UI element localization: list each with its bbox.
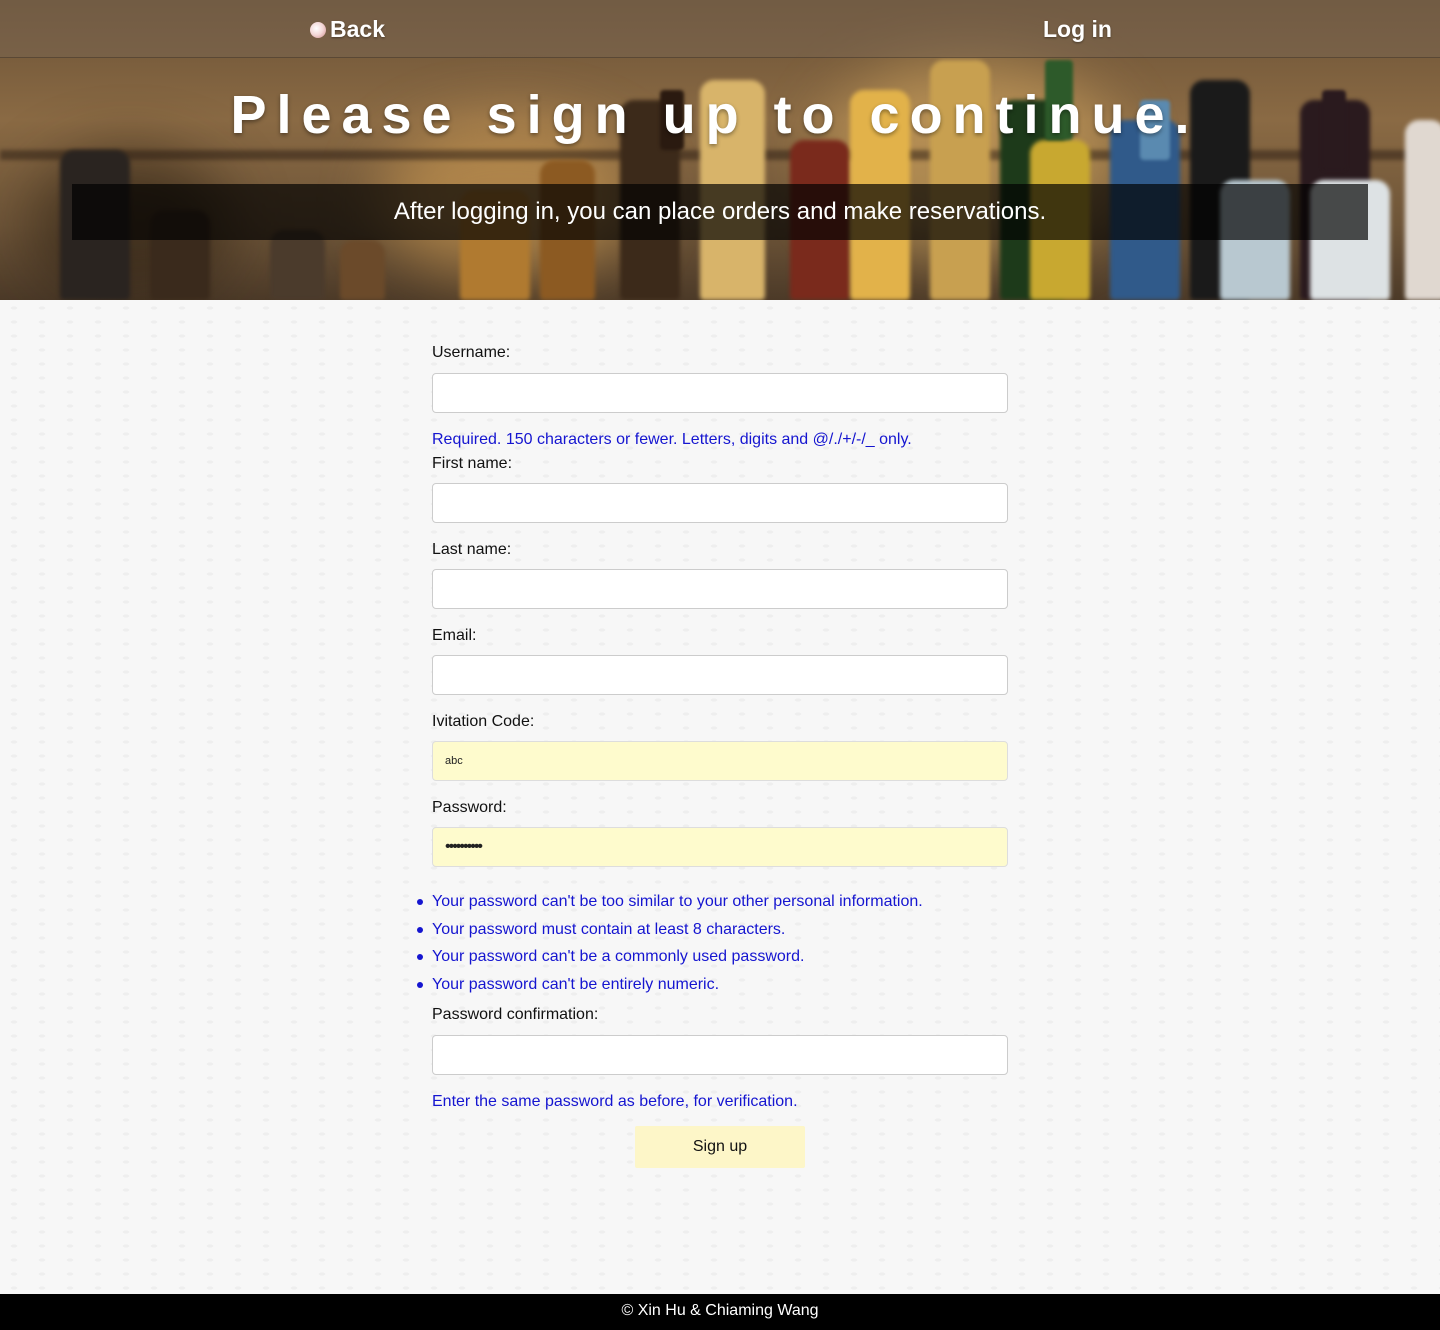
- copyright-text: © Xin Hu & Chiaming Wang: [621, 1302, 819, 1319]
- back-icon: [310, 21, 326, 38]
- page-title: Please sign up to continue.: [230, 85, 1200, 145]
- password-rule-text: Your password can't be a commonly used p…: [432, 948, 805, 965]
- invitation-code-input[interactable]: [432, 741, 1008, 781]
- password-rule-text: Your password can't be entirely numeric.: [432, 975, 720, 993]
- username-input[interactable]: [432, 373, 1008, 413]
- last-name-label: Last name:: [432, 541, 512, 558]
- invitation-code-label: Ivitation Code:: [432, 713, 535, 730]
- first-name-label: First name:: [432, 455, 513, 472]
- sign-up-button[interactable]: Sign up: [635, 1126, 805, 1168]
- login-link[interactable]: Log in: [1043, 16, 1112, 43]
- top-nav-bar: Back Log in: [0, 0, 1440, 58]
- password-confirmation-help-text: Enter the same password as before, for v…: [432, 1093, 798, 1110]
- password-rule: Your password can't be entirely numeric.: [417, 974, 1032, 1002]
- bullet-icon: [417, 954, 423, 960]
- password-rule-text: Your password can't be too similar to yo…: [432, 893, 923, 910]
- password-input[interactable]: [432, 827, 1008, 867]
- password-rule: Your password must contain at least 8 ch…: [417, 919, 1032, 947]
- back-link[interactable]: Back: [310, 16, 385, 43]
- first-name-input[interactable]: [432, 483, 1008, 523]
- email-label: Email:: [432, 627, 477, 644]
- password-label: Password:: [432, 799, 507, 816]
- username-label: Username:: [432, 344, 511, 361]
- hero-subtitle: After logging in, you can place orders a…: [72, 184, 1368, 240]
- footer: © Xin Hu & Chiaming Wang: [0, 1294, 1440, 1330]
- password-rule: Your password can't be too similar to yo…: [417, 891, 1032, 919]
- bullet-icon: [417, 899, 423, 905]
- password-confirmation-label: Password confirmation:: [432, 1006, 599, 1023]
- password-rules-list: Your password can't be too similar to yo…: [417, 891, 1032, 1002]
- hero-banner: Back Log in Please sign up to continue. …: [0, 0, 1440, 300]
- password-rule: Your password can't be a commonly used p…: [417, 946, 1032, 974]
- bullet-icon: [417, 926, 423, 933]
- back-link-label: Back: [330, 16, 385, 42]
- bullet-icon: [417, 981, 423, 988]
- username-help-text: Required. 150 characters or fewer. Lette…: [432, 431, 912, 448]
- password-rule-text: Your password must contain at least 8 ch…: [432, 920, 786, 938]
- email-input[interactable]: [432, 655, 1008, 695]
- password-confirmation-input[interactable]: [432, 1035, 1008, 1075]
- last-name-input[interactable]: [432, 569, 1008, 609]
